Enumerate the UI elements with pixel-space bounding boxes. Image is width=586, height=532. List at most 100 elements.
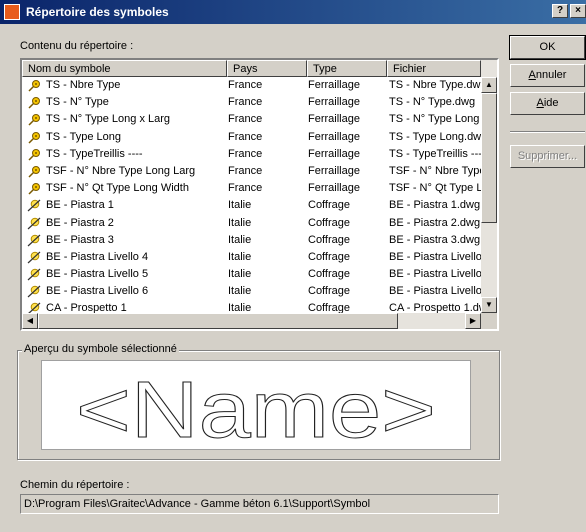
- symbol-name-cell: TS - Type Long: [46, 130, 122, 143]
- symbol-name-cell: TSF - N° Nbre Type Long Larg: [46, 164, 196, 177]
- list-item[interactable]: TS - Nbre Type France Ferraillage TS - Nbre…: [22, 77, 481, 94]
- formwork-icon: [27, 199, 41, 212]
- country-cell: France: [228, 96, 263, 109]
- symbol-name-cell: BE - Piastra Livello 4: [46, 250, 149, 263]
- list-item[interactable]: BE - Piastra Livello 4 Italie Coffrage BE -…: [22, 249, 481, 266]
- file-cell: TS - Type Long.dwg: [389, 130, 481, 143]
- horizontal-scroll-thumb[interactable]: [38, 313, 398, 329]
- list-item[interactable]: BE - Piastra 3 Italie Coffrage BE - Piastra…: [22, 232, 481, 249]
- formwork-icon: [27, 268, 41, 281]
- key-icon: [28, 131, 40, 144]
- list-item[interactable]: BE - Piastra Livello 5 Italie Coffrage BE -…: [22, 266, 481, 283]
- file-cell: BE - Piastra Livello 6: [389, 285, 481, 298]
- type-cell: Ferraillage: [308, 182, 360, 195]
- symbol-name-cell: BE - Piastra Livello 6: [46, 285, 149, 298]
- file-cell: TS - TypeTreillis ----.: [389, 147, 481, 160]
- symbol-preview: <Name>: [41, 360, 471, 455]
- symbol-name-cell: TSF - N° Qt Type Long Width: [46, 182, 189, 195]
- vertical-scroll-thumb[interactable]: [481, 93, 497, 223]
- vertical-scrollbar[interactable]: ▲ ▼: [481, 60, 497, 313]
- country-cell: Italie: [228, 285, 252, 298]
- cancel-button[interactable]: Annuler: [510, 64, 585, 87]
- country-cell: Italie: [228, 233, 252, 246]
- column-header-pays[interactable]: Pays: [227, 60, 307, 77]
- file-cell: TSF - N° Qt Type Lo: [389, 182, 481, 195]
- list-item[interactable]: TS - TypeTreillis ---- France Ferraillage T…: [22, 146, 481, 163]
- file-cell: TS - N° Type.dwg: [389, 96, 476, 109]
- formwork-icon: [27, 217, 41, 229]
- list-item[interactable]: BE - Piastra 2 Italie Coffrage BE - Piastra…: [22, 215, 481, 232]
- country-cell: France: [228, 79, 263, 91]
- key-icon: [28, 97, 40, 109]
- key-icon: [28, 165, 40, 178]
- type-cell: Ferraillage: [308, 79, 360, 91]
- symbol-name-cell: TS - TypeTreillis ----: [46, 147, 143, 160]
- scroll-right-button[interactable]: ▶: [465, 313, 481, 329]
- column-header-type[interactable]: Type: [307, 60, 387, 77]
- symbol-name-cell: TS - Nbre Type: [46, 79, 121, 91]
- list-item[interactable]: BE - Piastra 1 Italie Coffrage BE - Piastra…: [22, 197, 481, 214]
- list-item[interactable]: TS - Type Long France Ferraillage TS - Type…: [22, 129, 481, 146]
- type-cell: Ferraillage: [308, 147, 360, 160]
- key-icon: [28, 183, 40, 195]
- file-cell: BE - Piastra 1.dwg: [389, 199, 481, 212]
- directory-path-field[interactable]: D:\Program Files\Graitec\Advance - Gamme…: [20, 494, 499, 514]
- key-icon: [28, 80, 40, 92]
- scroll-up-button[interactable]: ▲: [481, 77, 497, 93]
- title-bar[interactable]: Répertoire des symboles ? ×: [0, 0, 586, 24]
- type-cell: Coffrage: [308, 199, 350, 212]
- symbol-preview-text: <Name>: [76, 365, 436, 449]
- list-header: Nom du symbole Pays Type Fichier: [22, 60, 497, 77]
- button-separator: [510, 131, 585, 133]
- type-cell: Coffrage: [308, 250, 350, 263]
- list-item[interactable]: TS - N° Type Long x Larg France Ferraillag…: [22, 111, 481, 128]
- column-header-name[interactable]: Nom du symbole: [22, 60, 227, 77]
- file-cell: TSF - N° Nbre Type: [389, 164, 481, 177]
- directory-contents-label: Contenu du répertoire :: [20, 40, 134, 52]
- type-cell: Coffrage: [308, 285, 350, 298]
- country-cell: Italie: [228, 268, 252, 281]
- file-cell: TS - N° Type Long x: [389, 113, 481, 126]
- app-icon: [4, 4, 20, 20]
- symbol-name-cell: BE - Piastra 3: [46, 233, 114, 246]
- file-cell: BE - Piastra 3.dwg: [389, 233, 481, 246]
- file-cell: BE - Piastra 2.dwg: [389, 216, 481, 229]
- horizontal-scrollbar[interactable]: ◀ ▶: [22, 313, 481, 329]
- directory-path-label: Chemin du répertoire :: [20, 479, 130, 491]
- symbol-name-cell: TS - N° Type Long x Larg: [46, 113, 171, 126]
- country-cell: Italie: [228, 199, 252, 212]
- symbol-list[interactable]: Nom du symbole Pays Type Fichier TS - Nb…: [20, 58, 499, 331]
- list-rows: TS - Nbre Type France Ferraillage TS - Nbre…: [22, 77, 481, 318]
- country-cell: France: [228, 130, 263, 143]
- country-cell: France: [228, 147, 263, 160]
- type-cell: Ferraillage: [308, 96, 360, 109]
- help-button[interactable]: ?: [552, 4, 568, 18]
- key-icon: [28, 148, 40, 161]
- file-cell: BE - Piastra Livello 4: [389, 250, 481, 263]
- ok-button[interactable]: OK: [509, 35, 586, 60]
- country-cell: Italie: [228, 216, 252, 229]
- list-item[interactable]: BE - Piastra Livello 6 Italie Coffrage BE -…: [22, 283, 481, 300]
- scroll-down-button[interactable]: ▼: [481, 297, 497, 313]
- list-item[interactable]: TSF - N° Qt Type Long Width France Ferrail…: [22, 180, 481, 197]
- help-action-button[interactable]: Aide: [510, 92, 585, 115]
- list-item[interactable]: TS - N° Type France Ferraillage TS - N° Typ…: [22, 94, 481, 111]
- delete-button[interactable]: Supprimer...: [510, 145, 585, 168]
- type-cell: Ferraillage: [308, 113, 360, 126]
- symbol-name-cell: BE - Piastra Livello 5: [46, 268, 149, 281]
- column-header-fichier[interactable]: Fichier: [387, 60, 481, 77]
- file-cell: TS - Nbre Type.dwg: [389, 79, 481, 91]
- type-cell: Ferraillage: [308, 130, 360, 143]
- list-item[interactable]: TSF - N° Nbre Type Long Larg France Ferrai…: [22, 163, 481, 180]
- scroll-left-button[interactable]: ◀: [22, 313, 38, 329]
- country-cell: France: [228, 182, 263, 195]
- key-icon: [28, 114, 40, 126]
- country-cell: France: [228, 113, 263, 126]
- preview-label: Aperçu du symbole sélectionné: [22, 343, 179, 355]
- type-cell: Ferraillage: [308, 164, 360, 177]
- symbol-name-cell: BE - Piastra 2: [46, 216, 114, 229]
- type-cell: Coffrage: [308, 233, 350, 246]
- country-cell: France: [228, 164, 263, 177]
- close-button[interactable]: ×: [570, 4, 586, 18]
- file-cell: BE - Piastra Livello 5: [389, 268, 481, 281]
